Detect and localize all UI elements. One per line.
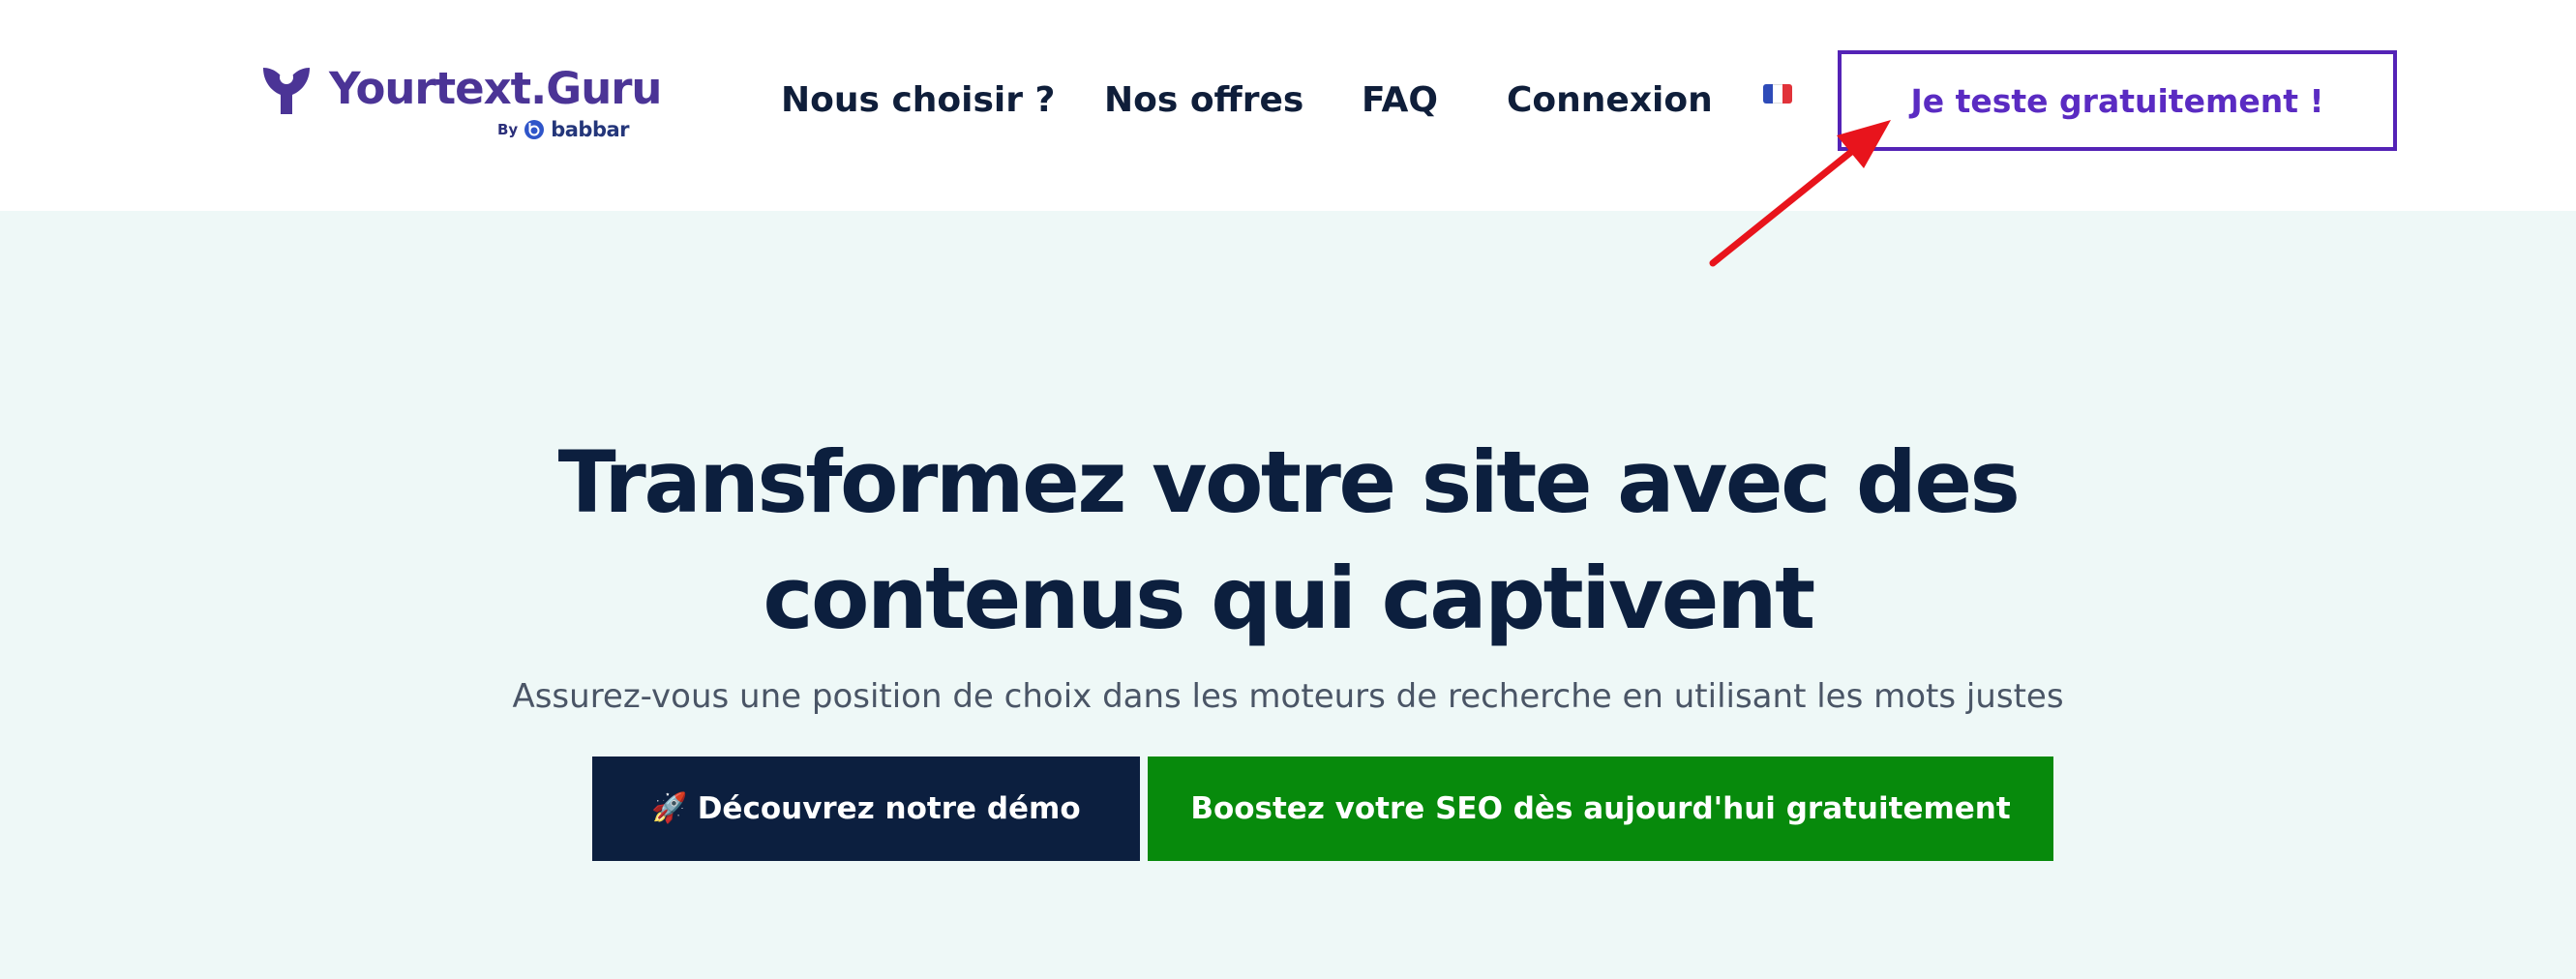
site-header: Yourtext.Guru By babbar Nous choisir ? N… <box>0 0 2576 211</box>
boost-seo-button[interactable]: Boostez votre SEO dès aujourd'hui gratui… <box>1148 756 2053 861</box>
logo-by-label: By <box>496 121 519 138</box>
hero-subtitle: Assurez-vous une position de choix dans … <box>512 677 2064 716</box>
page: Yourtext.Guru By babbar Nous choisir ? N… <box>0 0 2576 979</box>
hero-title-line-1: Transformez votre site avec des <box>557 431 2021 532</box>
logo-by-brand: babbar <box>551 118 629 141</box>
free-trial-button[interactable]: Je teste gratuitement ! <box>1838 50 2397 151</box>
boost-seo-button-label: Boostez votre SEO dès aujourd'hui gratui… <box>1190 791 2011 826</box>
hero-title-line-2: contenus qui captivent <box>763 548 1815 648</box>
logo-mark-icon <box>263 68 310 114</box>
french-flag-icon[interactable] <box>1763 84 1792 104</box>
flag-stripe-blue <box>1763 84 1773 104</box>
demo-button-label: Découvrez notre démo <box>697 791 1081 826</box>
logo[interactable]: Yourtext.Guru By babbar <box>259 62 662 151</box>
nav-connexion[interactable]: Connexion <box>1507 75 1713 126</box>
babbar-logo-icon <box>524 120 545 139</box>
hero-title: Transformez votre site avec des contenus… <box>320 425 2256 657</box>
nav-nos-offres[interactable]: Nos offres <box>1104 75 1303 126</box>
flag-stripe-white <box>1773 84 1782 104</box>
demo-button[interactable]: 🚀 Découvrez notre démo <box>592 756 1140 861</box>
annotation-arrow-icon <box>1709 120 1891 267</box>
nav-nous-choisir[interactable]: Nous choisir ? <box>781 75 1055 126</box>
nav-faq[interactable]: FAQ <box>1362 75 1438 126</box>
logo-text: Yourtext.Guru <box>329 63 662 114</box>
flag-stripe-red <box>1782 84 1792 104</box>
logo-byline: By babbar <box>496 118 630 141</box>
rocket-icon: 🚀 <box>651 791 688 825</box>
